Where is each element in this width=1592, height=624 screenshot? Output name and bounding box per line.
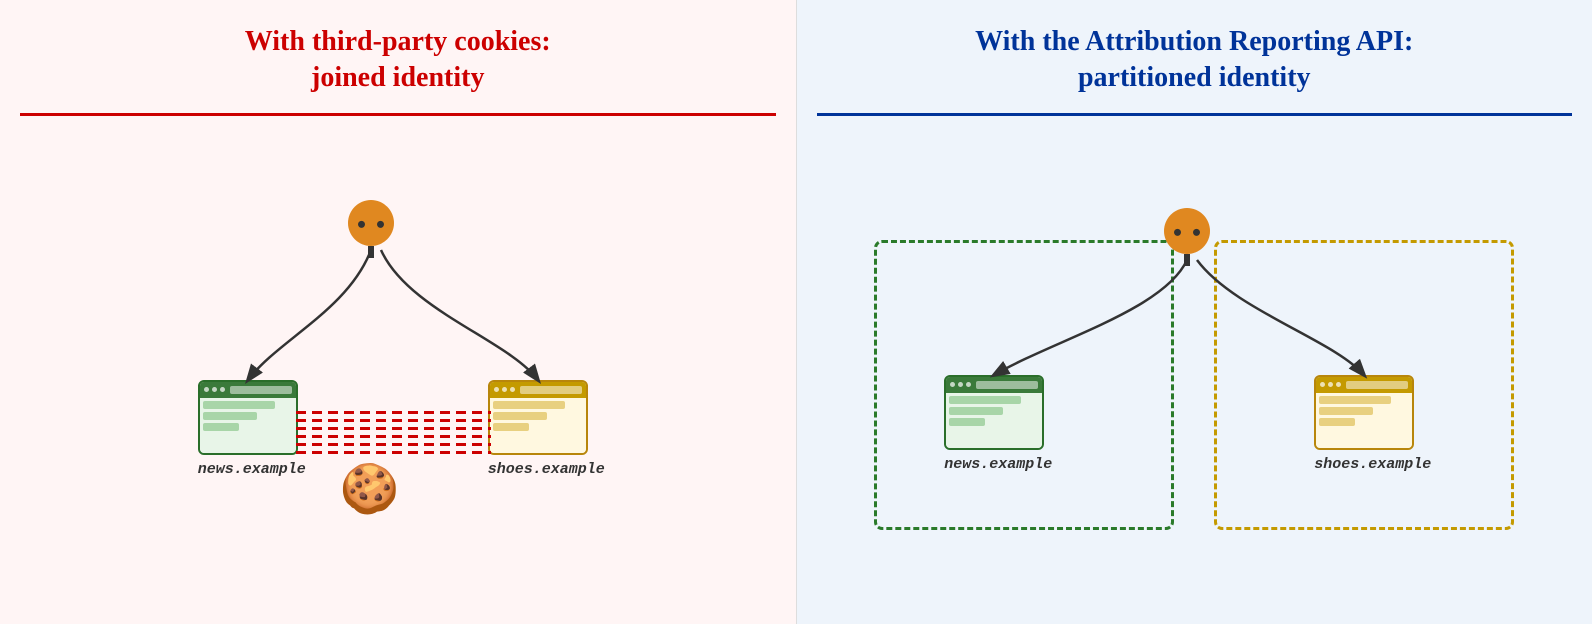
left-diagram-container: news.example shoe [118,190,678,550]
right-divider [817,113,1573,116]
right-title: With the Attribution Reporting API: part… [975,24,1413,97]
browser-dot [220,387,225,392]
browser-dot [1328,382,1333,387]
browser-line [949,418,985,426]
red-dash [296,419,491,422]
person-neck [1184,254,1190,266]
right-title-line1: With the Attribution Reporting API: [975,26,1413,57]
browser-topbar [200,382,296,398]
browser-dot [958,382,963,387]
browser-shoes-icon [1314,375,1414,450]
left-diagram: news.example shoe [20,136,776,604]
browser-topbar [490,382,586,398]
browser-dot [502,387,507,392]
browser-news-icon [198,380,298,455]
browser-dot [1336,382,1341,387]
browser-urlbar [520,386,582,394]
shoes-label: shoes.example [488,461,605,478]
browser-body [200,398,296,453]
browser-line [1319,407,1373,415]
left-panel: With third-party cookies: joined identit… [0,0,797,624]
left-title: With third-party cookies: joined identit… [245,24,551,97]
left-divider [20,113,776,116]
browser-line [493,401,565,409]
browser-dot [966,382,971,387]
browser-urlbar [976,381,1038,389]
browser-dot [212,387,217,392]
red-dash [296,435,491,438]
browser-line [1319,418,1355,426]
right-person [1164,208,1210,266]
left-browser-shoes: shoes.example [488,380,605,478]
person-head-icon [1164,208,1210,254]
browser-line [203,412,257,420]
person-neck [368,246,374,258]
browser-news-icon [944,375,1044,450]
right-title-line2: partitioned identity [1078,62,1311,93]
browser-line [1319,396,1391,404]
red-dashed-connector [296,395,491,470]
right-browser-shoes: shoes.example [1314,375,1431,473]
browser-topbar [946,377,1042,393]
left-title-line2: joined identity [311,62,484,93]
cookie-icon: 🍪 [340,460,400,517]
right-panel: With the Attribution Reporting API: part… [797,0,1592,624]
shoes-label-right: shoes.example [1314,456,1431,473]
right-diagram: news.example shoe [817,136,1573,604]
left-title-line1: With third-party cookies: [245,26,551,57]
browser-line [949,396,1021,404]
right-browser-news: news.example [944,375,1052,473]
browser-body [1316,393,1412,448]
left-person [348,200,394,258]
person-head-icon [348,200,394,246]
red-dash [296,411,491,414]
browser-line [493,412,547,420]
browser-dot [950,382,955,387]
browser-body [946,393,1042,448]
red-dash [296,443,491,446]
browser-dot [510,387,515,392]
browser-dot [494,387,499,392]
red-dash [296,451,491,454]
browser-topbar [1316,377,1412,393]
red-dash [296,427,491,430]
right-diagram-container: news.example shoe [854,180,1534,560]
news-label-right: news.example [944,456,1052,473]
browser-dot [204,387,209,392]
news-label: news.example [198,461,306,478]
browser-line [949,407,1003,415]
browser-line [203,401,275,409]
browser-urlbar [230,386,292,394]
browser-line [203,423,239,431]
browser-line [493,423,529,431]
browser-shoes-icon [488,380,588,455]
browser-urlbar [1346,381,1408,389]
browser-dot [1320,382,1325,387]
left-browser-news: news.example [198,380,306,478]
browser-body [490,398,586,453]
